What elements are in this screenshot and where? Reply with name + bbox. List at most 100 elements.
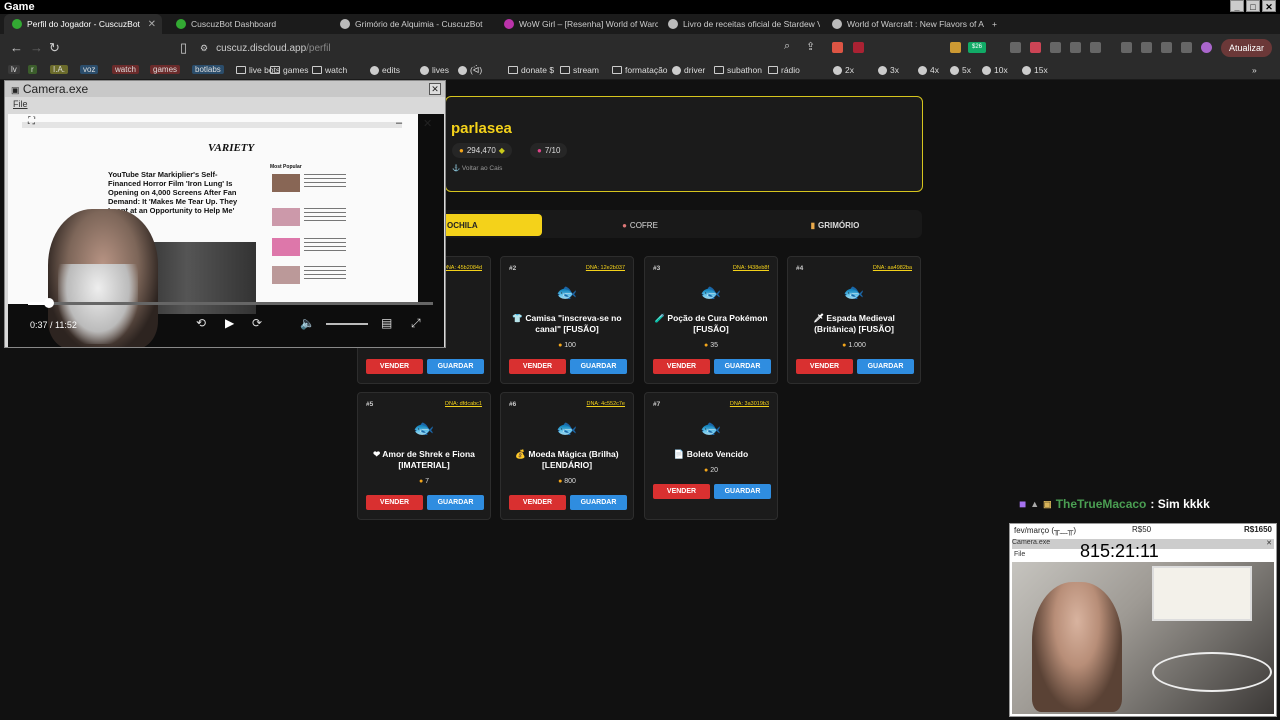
bookmark-watch[interactable]: watch [312, 65, 347, 75]
tab-wowgirl[interactable]: WoW Girl – [Resenha] World of Warc [496, 14, 658, 34]
profile-avatar[interactable] [1201, 42, 1212, 53]
tab-mochila[interactable]: OCHILA [445, 214, 542, 236]
item-dna-link[interactable]: DNA: dfdcabc1 [445, 401, 482, 407]
keep-button[interactable]: GUARDAR [570, 495, 627, 510]
bookmark-i-a-[interactable]: I.A. [50, 65, 69, 74]
keep-button[interactable]: GUARDAR [570, 359, 627, 374]
extension-icon[interactable] [950, 42, 961, 53]
extension-icon[interactable] [1030, 42, 1041, 53]
bookmark-edits[interactable]: edits [370, 65, 400, 75]
sidebar-icon[interactable] [1121, 42, 1132, 53]
tab-wow-flavors[interactable]: World of Warcraft : New Flavors of A [824, 14, 984, 34]
article-thumbnail[interactable] [272, 238, 300, 256]
extension-icon[interactable] [1141, 42, 1152, 53]
cam2-close-icon[interactable]: ✕ [1266, 539, 1272, 547]
forward-icon[interactable]: → [30, 40, 43, 55]
bookmark-r-dio[interactable]: rádio [768, 65, 800, 75]
bookmark-games[interactable]: games [150, 65, 181, 74]
article-close-icon[interactable]: ✕ [423, 117, 432, 130]
captions-icon[interactable]: ▤ [381, 316, 392, 330]
video-progress-bar[interactable] [28, 298, 433, 308]
maximize-button[interactable]: □ [1246, 0, 1260, 12]
bookmark-voz[interactable]: voz [80, 65, 99, 74]
minimize-button[interactable]: _ [1230, 0, 1244, 12]
sell-button[interactable]: VENDER [366, 359, 423, 374]
forward-icon[interactable]: ⟳ [252, 316, 262, 330]
sell-button[interactable]: VENDER [653, 484, 710, 499]
camera-close-button[interactable]: ✕ [429, 83, 441, 95]
keep-button[interactable]: GUARDAR [427, 359, 484, 374]
update-button[interactable]: Atualizar [1220, 39, 1272, 57]
bookmark-4x[interactable]: 4x [918, 65, 939, 75]
tab-grimorio[interactable]: Grimório de Alquimia - CuscuzBot [332, 14, 494, 34]
puzzle-icon[interactable] [1070, 42, 1081, 53]
bookmark-botlabs[interactable]: botlabs [192, 65, 224, 74]
keep-button[interactable]: GUARDAR [427, 495, 484, 510]
url-field[interactable]: ⚙ cuscuz.discloud.app/perfil [200, 39, 800, 57]
close-button[interactable]: ✕ [1262, 0, 1276, 12]
back-link[interactable]: ⚓ Voltar ao Cais [452, 164, 502, 172]
replay-icon[interactable]: ⟲ [196, 316, 206, 330]
bookmark-3x[interactable]: 3x [878, 65, 899, 75]
sell-button[interactable]: VENDER [509, 495, 566, 510]
wallet-badge[interactable]: $26 [968, 42, 986, 53]
bookmark-donate-[interactable]: donate $ [508, 65, 554, 75]
article-thumbnail[interactable] [272, 208, 300, 226]
expand-icon[interactable]: ⤢ [411, 316, 421, 331]
keep-button[interactable]: GUARDAR [714, 484, 771, 499]
tab-perfil[interactable]: Perfil do Jogador - CuscuzBot ✕ [4, 14, 162, 34]
close-tab-icon[interactable]: ✕ [148, 19, 156, 30]
back-icon[interactable]: ← [10, 40, 23, 55]
tab-grimorio[interactable]: ▮ GRIMÓRIO [790, 214, 880, 236]
bookmark-lv[interactable]: lv [8, 65, 20, 74]
bookmark--[interactable]: (ᐛ⁠) [458, 65, 482, 76]
sell-button[interactable]: VENDER [653, 359, 710, 374]
keep-button[interactable]: GUARDAR [857, 359, 914, 374]
sell-button[interactable]: VENDER [796, 359, 853, 374]
item-dna-link[interactable]: DNA: 12e2b037 [586, 265, 625, 271]
more-bookmarks-icon[interactable]: » [1252, 65, 1257, 75]
volume-slider[interactable] [326, 323, 368, 325]
reload-icon[interactable]: ↻ [49, 40, 60, 56]
bookmark-2x[interactable]: 2x [833, 65, 854, 75]
item-dna-link[interactable]: DNA: 4c552c7e [586, 401, 625, 407]
article-thumbnail[interactable] [272, 266, 300, 284]
item-dna-link[interactable]: DNA: f438eb8f [733, 265, 769, 271]
bookmark-icon[interactable]: ▯ [180, 40, 187, 56]
sell-button[interactable]: VENDER [509, 359, 566, 374]
brave-rewards-icon[interactable] [853, 42, 864, 53]
vpn-icon[interactable] [1181, 42, 1192, 53]
fullscreen-icon[interactable]: ⛶ [28, 116, 35, 127]
bookmark-games[interactable]: games [270, 65, 309, 75]
site-info-icon[interactable]: ⚙ [200, 43, 208, 54]
brave-shield-icon[interactable] [832, 42, 843, 53]
bookmark-driver[interactable]: driver [672, 65, 705, 75]
item-dna-link[interactable]: DNA: 45b2084d [443, 265, 482, 271]
extension-icon[interactable] [1161, 42, 1172, 53]
bookmark-10x[interactable]: 10x [982, 65, 1008, 75]
item-dna-link[interactable]: DNA: aa4982ba [873, 265, 912, 271]
zoom-icon[interactable]: ⌕ [784, 40, 790, 53]
extension-icon[interactable] [1050, 42, 1061, 53]
play-icon[interactable]: ▶ [225, 316, 234, 330]
bookmark-formata-o[interactable]: formatação [612, 65, 668, 75]
bookmark-15x[interactable]: 15x [1022, 65, 1048, 75]
minimize-icon[interactable]: – [396, 117, 402, 129]
item-dna-link[interactable]: DNA: 3a3019b3 [730, 401, 769, 407]
bookmark-r[interactable]: r [28, 65, 37, 74]
sell-button[interactable]: VENDER [366, 495, 423, 510]
cam2-file-menu[interactable]: File [1014, 551, 1025, 558]
extension-icon[interactable] [1090, 42, 1101, 53]
new-tab-button[interactable]: + [988, 14, 1008, 34]
tab-cofre[interactable]: ● COFRE [600, 214, 680, 236]
bookmark-subathon[interactable]: subathon [714, 65, 762, 75]
article-thumbnail[interactable] [272, 174, 300, 192]
tab-dashboard[interactable]: CuscuzBot Dashboard [168, 14, 330, 34]
extension-icon[interactable] [1010, 42, 1021, 53]
bookmark-5x[interactable]: 5x [950, 65, 971, 75]
share-icon[interactable]: ⇪ [806, 40, 815, 53]
tab-stardew[interactable]: Livro de receitas oficial de Stardew V [660, 14, 820, 34]
bookmark-watch[interactable]: watch [112, 65, 139, 74]
volume-icon[interactable]: 🔈 [300, 316, 315, 330]
keep-button[interactable]: GUARDAR [714, 359, 771, 374]
